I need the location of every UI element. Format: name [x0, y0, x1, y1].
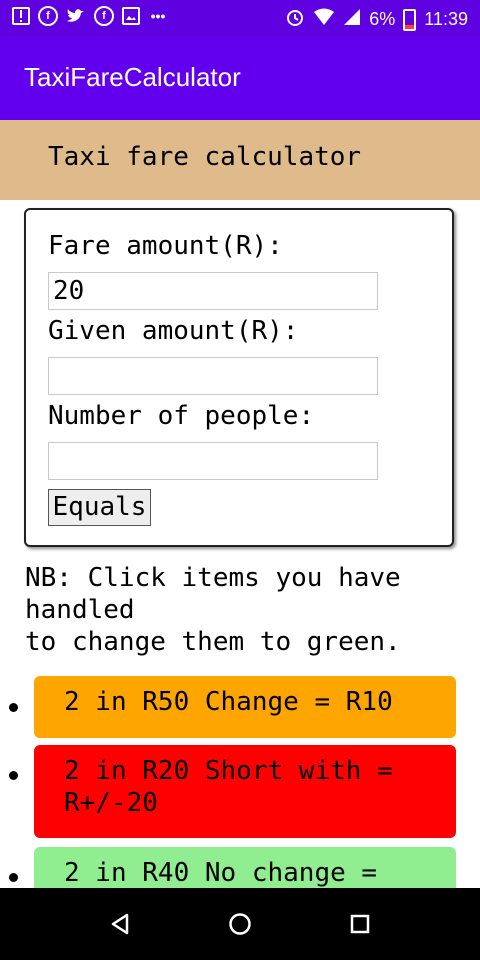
facebook-icon: f — [94, 6, 114, 26]
battery-icon — [403, 8, 417, 31]
battery-percent: 6% — [369, 9, 396, 29]
bullet-icon — [9, 703, 18, 712]
bullet-icon — [9, 771, 18, 780]
signal-icon — [343, 8, 361, 31]
list-item-text: 2 in R50 Change = R10 — [64, 687, 393, 717]
number-of-people-label: Number of people: — [48, 401, 315, 431]
page-header: Taxi fare calculator — [0, 120, 480, 200]
clock: 11:39 — [424, 9, 468, 29]
facebook-icon: f — [38, 6, 58, 26]
app-title: TaxiFareCalculator — [24, 62, 241, 92]
equals-button[interactable]: Equals — [48, 489, 151, 526]
status-system: 6% 11:39 — [285, 7, 468, 32]
alarm-icon — [285, 7, 305, 32]
number-of-people-input[interactable] — [48, 442, 378, 480]
bullet-icon — [9, 873, 18, 882]
more-dots-icon: ••• — [150, 8, 166, 24]
twitter-icon — [66, 6, 86, 26]
given-amount-label: Given amount(R): — [48, 316, 299, 346]
back-icon[interactable] — [106, 910, 134, 938]
list-item[interactable]: 2 in R50 Change = R10 — [34, 676, 456, 738]
fare-form-card: Fare amount(R): 20 Given amount(R): Numb… — [24, 208, 454, 547]
image-icon — [122, 7, 140, 25]
fare-amount-input[interactable]: 20 — [48, 272, 378, 310]
alert-icon — [12, 7, 30, 25]
app-bar: TaxiFareCalculator — [0, 36, 480, 120]
system-nav-bar — [0, 888, 480, 960]
status-bar: f f ••• 6% 11:39 — [0, 0, 480, 36]
page-title: Taxi fare calculator — [48, 142, 362, 172]
given-amount-input[interactable] — [48, 357, 378, 395]
list-item-text: 2 in R20 Short with = R+/-20 — [64, 756, 393, 818]
home-icon[interactable] — [226, 910, 254, 938]
recents-icon[interactable] — [346, 910, 374, 938]
wifi-icon — [313, 8, 335, 31]
list-item-text: 2 in R40 No change = — [64, 858, 378, 888]
fare-amount-label: Fare amount(R): — [48, 231, 283, 261]
status-notifications: f f ••• — [12, 6, 168, 26]
instruction-note: NB: Click items you have handled to chan… — [25, 563, 401, 657]
list-item[interactable]: 2 in R20 Short with = R+/-20 — [34, 745, 456, 838]
